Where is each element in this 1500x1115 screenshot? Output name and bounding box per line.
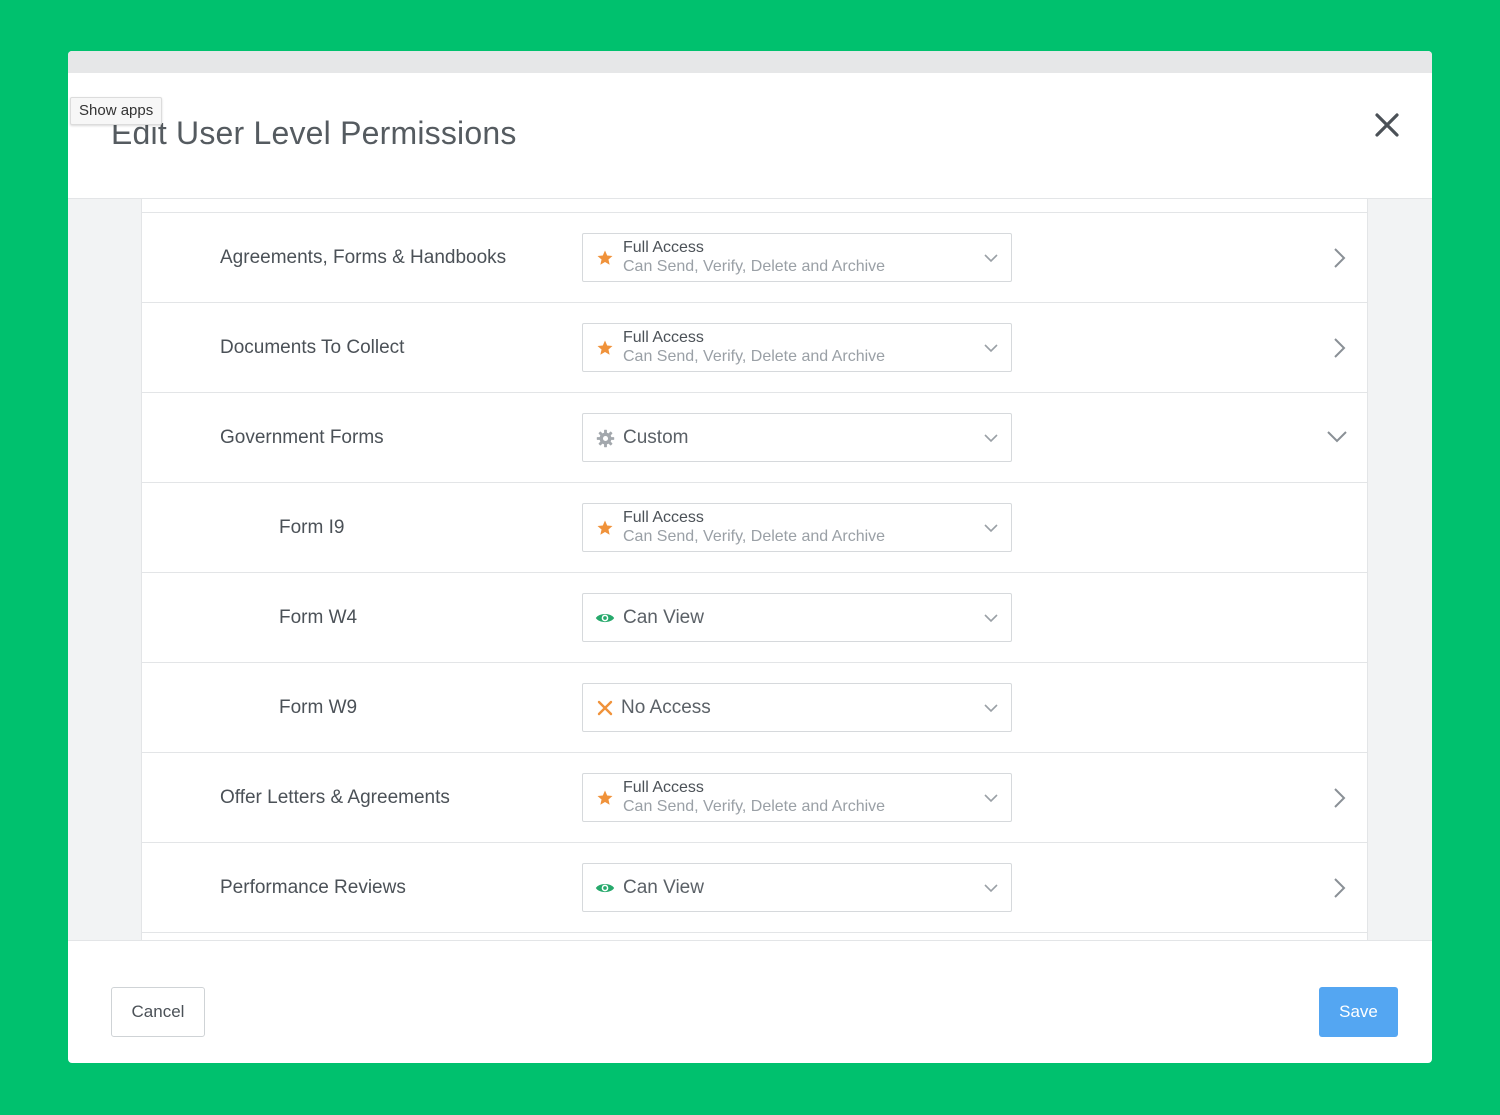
eye-icon: [595, 608, 615, 628]
access-title: No Access: [621, 696, 711, 718]
chevron-right-icon[interactable]: [1327, 336, 1351, 360]
chevron-down-icon: [984, 344, 998, 353]
chevron-down-icon: [984, 524, 998, 533]
access-level-select[interactable]: Full Access Can Send, Verify, Delete and…: [582, 323, 1012, 372]
modal-top-bar: [68, 51, 1432, 73]
modal-footer: Cancel Save: [68, 941, 1432, 1063]
permission-label: Form I9: [279, 516, 345, 538]
star-icon: [595, 518, 615, 538]
modal-title: Edit User Level Permissions: [111, 115, 517, 151]
permission-row: Documents To Collect Full Access Can Sen…: [142, 303, 1367, 393]
chevron-down-icon[interactable]: [1325, 424, 1349, 448]
access-description: Can Send, Verify, Delete and Archive: [623, 798, 886, 815]
permission-row: Offer Letters & Agreements Full Access C…: [142, 753, 1367, 843]
permission-row: Performance Reviews Can View: [142, 843, 1367, 933]
access-title: Full Access: [623, 509, 704, 526]
permissions-list: Agreements, Forms & Handbooks Full Acces…: [141, 199, 1368, 940]
access-level-select[interactable]: Can View: [582, 593, 1012, 642]
access-level-select[interactable]: Full Access Can Send, Verify, Delete and…: [582, 233, 1012, 282]
list-top-row-edge: [142, 199, 1367, 213]
access-description: Can Send, Verify, Delete and Archive: [623, 258, 886, 275]
star-icon: [595, 788, 615, 808]
chevron-down-icon: [984, 704, 998, 713]
access-description: Can Send, Verify, Delete and Archive: [623, 528, 886, 545]
permission-label: Form W9: [279, 696, 358, 718]
show-apps-tooltip[interactable]: Show apps: [70, 97, 163, 125]
permission-row: Agreements, Forms & Handbooks Full Acces…: [142, 213, 1367, 303]
eye-icon: [595, 878, 615, 898]
access-level-select[interactable]: Full Access Can Send, Verify, Delete and…: [582, 773, 1012, 822]
access-title: Full Access: [623, 239, 704, 256]
close-button[interactable]: [1373, 111, 1401, 139]
access-title: Custom: [623, 426, 689, 448]
gear-icon: [595, 428, 615, 448]
access-title: Full Access: [623, 779, 704, 796]
permission-row-child: Form W9 No Access: [142, 663, 1367, 753]
chevron-down-icon: [984, 254, 998, 263]
close-icon: [1375, 113, 1399, 137]
access-title: Can View: [623, 876, 704, 898]
chevron-right-icon[interactable]: [1327, 246, 1351, 270]
star-icon: [595, 248, 615, 268]
x-icon: [595, 698, 615, 718]
access-level-select[interactable]: Can View: [582, 863, 1012, 912]
access-level-select[interactable]: Full Access Can Send, Verify, Delete and…: [582, 503, 1012, 552]
access-description: Can Send, Verify, Delete and Archive: [623, 348, 886, 365]
access-title: Can View: [623, 606, 704, 628]
access-title: Full Access: [623, 329, 704, 346]
permission-label: Performance Reviews: [220, 876, 406, 898]
permission-row-child: Form I9 Full Access Can Send, Verify, De…: [142, 483, 1367, 573]
save-button[interactable]: Save: [1319, 987, 1398, 1037]
chevron-down-icon: [984, 434, 998, 443]
permission-label: Offer Letters & Agreements: [220, 786, 450, 808]
star-icon: [595, 338, 615, 358]
permission-row-child: Form W4 Can View: [142, 573, 1367, 663]
chevron-down-icon: [984, 794, 998, 803]
chevron-down-icon: [984, 884, 998, 893]
access-level-select[interactable]: Custom: [582, 413, 1012, 462]
chevron-down-icon: [984, 614, 998, 623]
permission-label: Government Forms: [220, 426, 384, 448]
permission-label: Form W4: [279, 606, 358, 628]
permissions-scroll-area[interactable]: Agreements, Forms & Handbooks Full Acces…: [68, 198, 1432, 941]
cancel-button[interactable]: Cancel: [111, 987, 205, 1037]
permissions-modal: Show apps Edit User Level Permissions Ag…: [68, 51, 1432, 1063]
chevron-right-icon[interactable]: [1327, 876, 1351, 900]
access-level-select[interactable]: No Access: [582, 683, 1012, 732]
permission-label: Documents To Collect: [220, 336, 405, 358]
permission-label: Agreements, Forms & Handbooks: [220, 246, 507, 268]
chevron-right-icon[interactable]: [1327, 786, 1351, 810]
permission-row: Government Forms Custom: [142, 393, 1367, 483]
